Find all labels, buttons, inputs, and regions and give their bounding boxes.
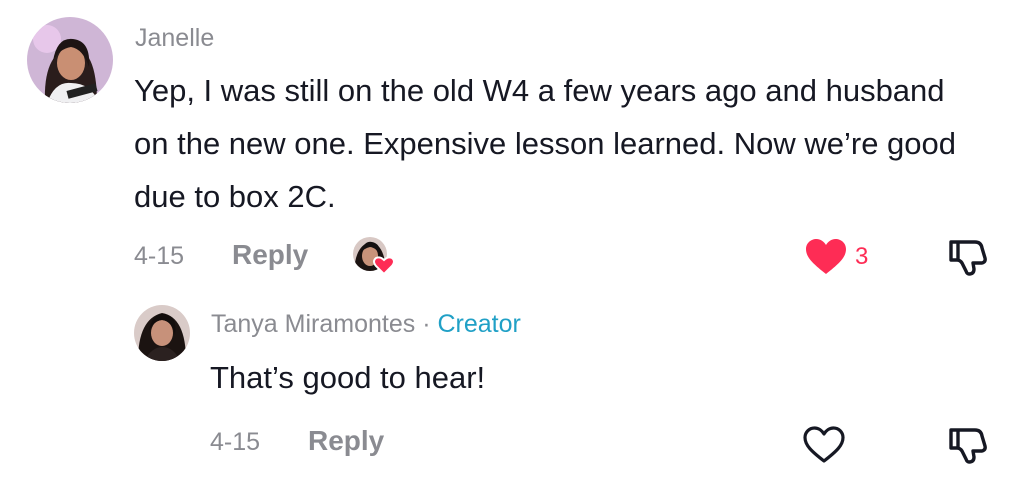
- avatar[interactable]: [27, 17, 113, 103]
- thumbs-down-icon: [949, 240, 987, 276]
- separator-dot: ·: [422, 310, 431, 338]
- avatar-image: [134, 305, 190, 361]
- creator-liked-badge: [352, 236, 398, 276]
- reply-button[interactable]: Reply: [232, 239, 308, 271]
- like-button[interactable]: [802, 426, 846, 464]
- like-button[interactable]: [804, 238, 848, 276]
- avatar[interactable]: [134, 305, 190, 361]
- creator-badge: Creator: [437, 310, 521, 338]
- comment-text: Yep, I was still on the old W4 a few yea…: [134, 73, 957, 214]
- dislike-button[interactable]: [945, 424, 989, 466]
- heart-filled-icon: [373, 256, 395, 276]
- thumbs-down-icon: [949, 428, 987, 464]
- heart-filled-icon: [806, 239, 846, 274]
- comment-date: 4-15: [134, 242, 185, 270]
- reply-text: That’s good to hear!: [210, 360, 486, 395]
- reply-date: 4-15: [210, 428, 261, 456]
- like-count: 3: [855, 243, 869, 270]
- reply-author-name[interactable]: Tanya Miramontes: [211, 310, 415, 338]
- creator-avatar-mini: [353, 237, 395, 276]
- heart-outline-icon: [803, 426, 845, 463]
- reply-username[interactable]: Tanya Miramontes · Creator: [211, 310, 521, 339]
- reply-button[interactable]: Reply: [308, 425, 384, 457]
- comment-username[interactable]: Janelle: [135, 24, 214, 53]
- avatar-image: [27, 17, 113, 103]
- dislike-button[interactable]: [945, 236, 989, 278]
